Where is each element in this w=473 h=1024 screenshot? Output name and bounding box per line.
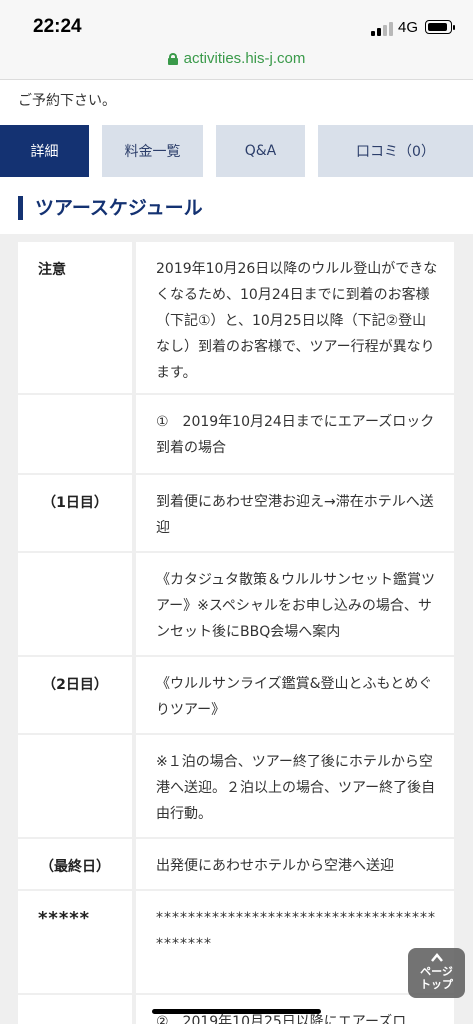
row-text: 出発便にあわせホテルから空港へ送迎	[136, 839, 454, 889]
row-label	[18, 735, 132, 837]
table-row: ① 2019年10月24日までにエアーズロック到着の場合	[18, 395, 454, 475]
network-type: 4G	[398, 19, 419, 36]
table-row: （最終日） 出発便にあわせホテルから空港へ送迎	[18, 839, 454, 891]
tab-qa[interactable]: Q&A	[216, 125, 305, 177]
page-top-label-2: トップ	[420, 978, 453, 991]
row-label	[18, 553, 132, 655]
tab-prices[interactable]: 料金一覧	[102, 125, 203, 177]
table-row: ***** **********************************…	[18, 891, 454, 995]
row-label: （1日目）	[18, 475, 132, 551]
table-row: 《カタジュタ散策＆ウルルサンセット鑑賞ツアー》※スペシャルをお申し込みの場合、サ…	[18, 553, 454, 657]
table-row: ※１泊の場合、ツアー終了後にホテルから空港へ送迎。２泊以上の場合、ツアー終了後自…	[18, 735, 454, 839]
tab-bar: 詳細 料金一覧 Q&A 口コミ（0）	[0, 125, 473, 178]
page-top-button[interactable]: ページ トップ	[408, 948, 465, 998]
intro-text: ご予約下さい。	[0, 80, 473, 125]
row-text: 2019年10月26日以降のウルル登山ができなくなるため、10月24日までに到着…	[136, 242, 454, 393]
table-row: （1日目） 到着便にあわせ空港お迎え→滞在ホテルへ送迎	[18, 475, 454, 553]
row-label	[18, 995, 132, 1024]
url-bar[interactable]: activities.his-j.com	[0, 46, 473, 80]
row-text: 到着便にあわせ空港お迎え→滞在ホテルへ送迎	[136, 475, 454, 551]
row-text: ※１泊の場合、ツアー終了後にホテルから空港へ送迎。２泊以上の場合、ツアー終了後自…	[136, 735, 454, 837]
battery-icon	[425, 20, 455, 34]
table-row: 注意 2019年10月26日以降のウルル登山ができなくなるため、10月24日まで…	[18, 242, 454, 395]
url-text: activities.his-j.com	[183, 50, 306, 67]
tab-details[interactable]: 詳細	[0, 125, 89, 177]
section-header: ツアースケジュール	[0, 178, 473, 234]
row-label: （最終日）	[18, 839, 132, 889]
row-label	[18, 395, 132, 473]
home-indicator[interactable]	[152, 1009, 321, 1014]
row-label: *****	[18, 891, 132, 993]
row-label: 注意	[18, 242, 132, 393]
section-title: ツアースケジュール	[18, 196, 203, 220]
row-text: 《カタジュタ散策＆ウルルサンセット鑑賞ツアー》※スペシャルをお申し込みの場合、サ…	[136, 553, 454, 655]
lock-icon	[167, 52, 178, 65]
chevron-up-icon	[430, 953, 443, 962]
row-text: ① 2019年10月24日までにエアーズロック到着の場合	[136, 395, 454, 473]
status-bar: 22:24 4G	[0, 0, 473, 46]
status-time: 22:24	[33, 16, 82, 37]
row-text: 《ウルルサンライズ鑑賞&登山とふもとめぐりツアー》	[136, 657, 454, 733]
table-row: （2日目） 《ウルルサンライズ鑑賞&登山とふもとめぐりツアー》	[18, 657, 454, 735]
page-top-label-1: ページ	[420, 965, 453, 978]
row-label: （2日目）	[18, 657, 132, 733]
schedule-table: 注意 2019年10月26日以降のウルル登山ができなくなるため、10月24日まで…	[18, 242, 454, 1024]
row-text: ****************************************…	[136, 891, 454, 993]
tab-reviews[interactable]: 口コミ（0）	[318, 125, 473, 177]
signal-icon	[371, 22, 393, 36]
page-content: ご予約下さい。 詳細 料金一覧 Q&A 口コミ（0） ツアースケジュール 注意 …	[0, 80, 473, 1024]
